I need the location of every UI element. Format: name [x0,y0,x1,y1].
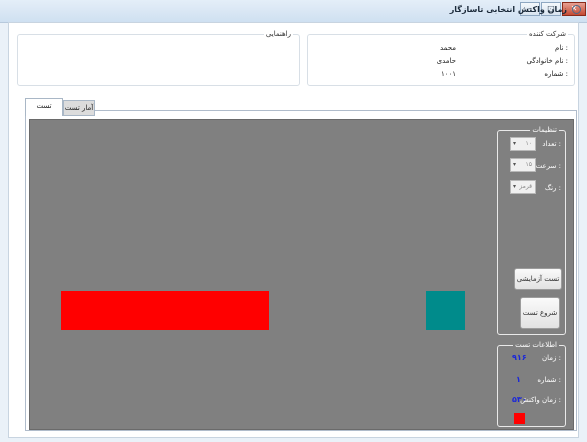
participant-group-title: شرکت کننده [526,30,568,38]
title-bar: – □ ✕ زمان واکنش انتخابی تاسازگار [0,0,587,23]
window-title: زمان واکنش انتخابی تاسازگار [449,5,567,14]
settings-panel: تنظیمات تعداد : ▾ ۱۰ سرعت : ▾ ۱۵ رنگ : ▾… [497,126,566,335]
chevron-down-icon: ▾ [513,161,517,168]
speed-select[interactable]: ▾ ۱۵ [510,158,536,172]
reaction-time-value: ۵۳۰ [512,395,527,404]
count-select[interactable]: ▾ ۱۰ [510,137,536,151]
number-value: ۱۰۰۱ [440,70,456,78]
count-label: تعداد : [542,140,561,148]
name-label: نام : [554,44,568,52]
app-window: – □ ✕ زمان واکنش انتخابی تاسازگار شرکت ک… [0,0,587,442]
settings-title: تنظیمات [530,126,559,134]
color-select[interactable]: ▾ قرمز [510,180,536,194]
time-value: ۹۱۶ [512,353,527,362]
teal-square-stimulus [426,291,465,330]
tab-test[interactable]: تست [25,98,63,116]
red-bar-stimulus [61,291,269,330]
number-label: شماره : [544,70,568,78]
app-icon [572,5,581,14]
name-value: محمد [440,44,456,52]
time-label: زمان : [542,354,561,362]
test-info-title: اطلاعات تست [513,341,559,349]
family-value: حامدی [436,57,456,65]
color-label: رنگ : [544,184,561,192]
trial-number-label: شماره : [537,376,561,384]
color-indicator [514,413,525,424]
speed-label: سرعت : [535,162,561,170]
chevron-down-icon: ▾ [513,183,517,190]
start-test-button[interactable]: شروع تست [520,297,560,329]
family-label: نام خانوادگی : [526,57,569,65]
participant-group: شرکت کننده نام : محمد نام خانوادگی : حام… [307,30,575,86]
stimulus-canvas: تنظیمات تعداد : ▾ ۱۰ سرعت : ▾ ۱۵ رنگ : ▾… [29,119,574,430]
chevron-down-icon: ▾ [513,140,517,147]
trial-number-value: ۱ [516,375,521,384]
trial-test-button[interactable]: تست آزمایشی [514,268,562,290]
guide-group-title: راهنمایی [263,30,293,38]
test-info-panel: اطلاعات تست زمان : ۹۱۶ شماره : ۱ زمان وا… [497,341,566,427]
tab-test-stats[interactable]: آمار تست [63,100,95,116]
guide-group: راهنمایی [17,30,300,86]
